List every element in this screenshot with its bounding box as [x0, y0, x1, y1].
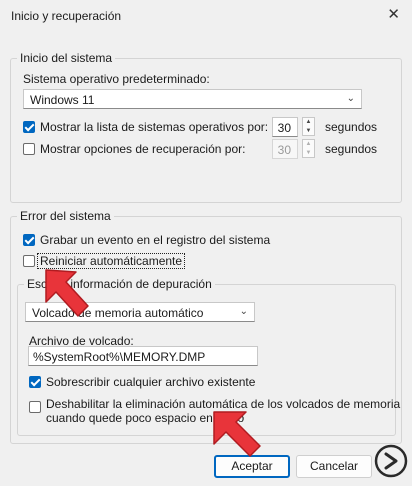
- close-icon[interactable]: ✕: [387, 5, 400, 23]
- show-recovery-seconds-input: 30: [272, 139, 298, 159]
- dump-file-value: %SystemRoot%\MEMORY.DMP: [33, 350, 206, 364]
- show-list-checkbox[interactable]: [23, 121, 35, 133]
- dump-file-input[interactable]: %SystemRoot%\MEMORY.DMP: [28, 346, 258, 366]
- show-list-spinner[interactable]: ▲ ▼: [302, 117, 315, 136]
- write-event-checkbox[interactable]: [23, 234, 35, 246]
- auto-restart-checkbox[interactable]: [23, 255, 35, 267]
- show-recovery-seconds-unit: segundos: [325, 142, 378, 156]
- default-os-select[interactable]: Windows 11 ⌄: [23, 89, 362, 109]
- show-list-seconds-value: 30: [277, 121, 291, 135]
- red-arrow-icon: [213, 411, 261, 457]
- system-failure-legend: Error del sistema: [20, 209, 111, 223]
- cancel-button[interactable]: Cancelar: [296, 455, 372, 478]
- show-recovery-label: Mostrar opciones de recuperación por:: [40, 142, 246, 156]
- overwrite-checkbox[interactable]: [29, 376, 41, 388]
- show-recovery-spinner: ▲ ▼: [302, 139, 315, 158]
- spin-down-icon[interactable]: ▼: [303, 127, 314, 135]
- overwrite-label: Sobrescribir cualquier archivo existente: [46, 375, 256, 389]
- show-recovery-seconds-value: 30: [277, 143, 291, 157]
- default-os-label: Sistema operativo predeterminado:: [23, 72, 210, 86]
- write-event-label: Grabar un evento en el registro del sist…: [40, 233, 271, 247]
- disable-auto-delete-checkbox[interactable]: [29, 401, 41, 413]
- spin-down-icon: ▼: [305, 150, 312, 156]
- chevron-down-icon: ⌄: [239, 306, 248, 317]
- startup-legend: Inicio del sistema: [20, 51, 113, 65]
- spin-up-icon[interactable]: ▲: [303, 118, 314, 126]
- logo-icon: [374, 444, 408, 478]
- show-list-seconds-unit: segundos: [325, 120, 378, 134]
- show-list-seconds-input[interactable]: 30: [272, 117, 298, 137]
- show-recovery-checkbox[interactable]: [23, 143, 35, 155]
- default-os-value: Windows 11: [30, 93, 95, 107]
- chevron-down-icon: ⌄: [346, 93, 355, 104]
- spin-up-icon: ▲: [305, 141, 312, 147]
- show-list-label: Mostrar la lista de sistemas operativos …: [40, 120, 269, 134]
- window-title: Inicio y recuperación: [11, 9, 122, 23]
- red-arrow-icon: [45, 269, 89, 317]
